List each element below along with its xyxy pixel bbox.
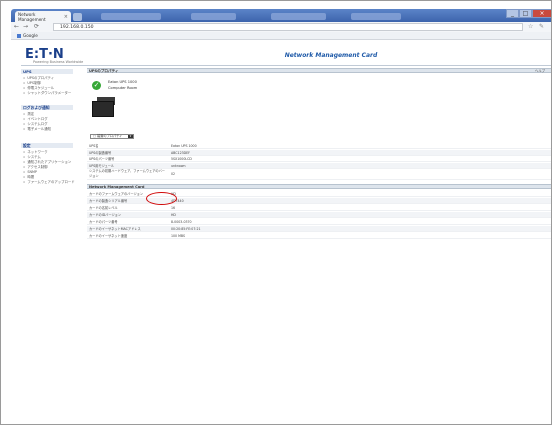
section-header-ups-properties: UPSのプロパティ ヘルプ xyxy=(87,68,551,73)
ups-model: Eaton UPS 1000 xyxy=(108,80,137,84)
logo-tagline: Powering Business Worldwide xyxy=(33,60,84,64)
device-properties-dropdown[interactable]: ▢ 装置のプロパティ ▾ xyxy=(90,134,134,139)
blurred-tab[interactable] xyxy=(271,13,326,20)
sidebar-item[interactable]: ▫ アクセス制御 xyxy=(23,165,48,169)
ups-location: Computer Room xyxy=(108,86,138,90)
blurred-tab[interactable] xyxy=(101,13,161,20)
maximize-button[interactable]: □ xyxy=(519,9,532,18)
sidebar-item[interactable]: ▫ システムログ xyxy=(23,122,48,126)
tab-title: Network Management xyxy=(18,11,46,22)
ups-device-image xyxy=(92,101,114,117)
page-title: Network Management Card xyxy=(284,52,378,59)
chevron-down-icon: ▾ xyxy=(128,134,133,138)
back-icon[interactable]: ← xyxy=(14,23,19,30)
section-header-nmc: Network Management Card xyxy=(87,184,551,189)
sidebar-item[interactable]: ▫ シャットダウンパラメーター xyxy=(23,91,71,95)
sidebar-item[interactable]: ▫ UPSのプロパティ xyxy=(23,76,54,80)
table-row: カードのイーサネットMACアドレス 00:20:85:FE:07:21 xyxy=(87,226,551,233)
status-ok-icon: ✓ xyxy=(92,81,101,90)
sidebar-item[interactable]: ▫ SNMP xyxy=(23,170,37,174)
sidebar-section-ups: UPS xyxy=(21,69,73,74)
table-row: カードのIDバージョン HD xyxy=(87,212,551,219)
sidebar-item[interactable]: ▫ UPS制御 xyxy=(23,81,41,85)
table-row: カードのパーツ番号 8-0003-0370 xyxy=(87,219,551,226)
sidebar-item[interactable]: ▫ ネットワーク xyxy=(23,150,48,154)
wrench-icon[interactable]: ✎ xyxy=(539,23,544,30)
blurred-tab[interactable] xyxy=(351,13,401,20)
sidebar-item[interactable]: ▫ イベントログ xyxy=(23,117,48,121)
section-title: UPSのプロパティ xyxy=(89,69,119,73)
sidebar-item[interactable]: ▫ システム xyxy=(23,155,41,159)
bookmark-label: Google xyxy=(23,33,38,38)
sidebar-section-settings: 設定 xyxy=(21,143,73,148)
bookmark-google[interactable]: Google xyxy=(17,32,38,39)
reload-icon[interactable]: ⟳ xyxy=(34,23,39,30)
help-link[interactable]: ヘルプ xyxy=(535,69,545,73)
blurred-tab[interactable] xyxy=(191,13,236,20)
tab-close-icon[interactable]: × xyxy=(64,14,68,20)
sidebar-item[interactable]: ▫ 停電スケジュール xyxy=(23,86,54,90)
new-tab-button[interactable] xyxy=(73,13,82,21)
table-row: UPS名 Eaton UPS 1000 xyxy=(87,143,551,150)
header-divider xyxy=(21,65,551,66)
dropdown-label: ▢ 装置のプロパティ xyxy=(93,134,123,138)
browser-window: Network Management × _ □ × ← → ⟳ 192.168… xyxy=(0,0,552,425)
address-bar[interactable]: 192.168.0.150 xyxy=(53,23,523,31)
sidebar-item[interactable]: ▫ 電子メール通知 xyxy=(23,127,51,131)
table-row: UPSの製造番号 ABC123DEF xyxy=(87,149,551,156)
sidebar-item[interactable]: ▫ 測定 xyxy=(23,112,34,116)
bookmarks-bar xyxy=(11,32,551,40)
highlight-annotation xyxy=(146,192,177,205)
table-row: UPSのパーツ番号 5SX1000LCD xyxy=(87,156,551,163)
star-icon[interactable]: ☆ xyxy=(528,23,533,30)
sidebar-item[interactable]: ▫ 通知されたアプリケーション xyxy=(23,160,71,164)
table-row: カードのイーサネット速度 100 MBS xyxy=(87,233,551,240)
minimize-button[interactable]: _ xyxy=(506,9,519,18)
page: Network Management × _ □ × ← → ⟳ 192.168… xyxy=(1,1,551,424)
table-row: UPS用モジュール unknown xyxy=(87,162,551,169)
table-row: システムの初期ハードウェア、ファームウェアのバージョン 02 xyxy=(87,169,551,180)
sidebar-item[interactable]: ▫ 時間 xyxy=(23,175,34,179)
browser-tab[interactable]: Network Management × xyxy=(15,11,71,22)
table-row: カードの名前レベル 16 xyxy=(87,205,551,212)
bookmark-icon xyxy=(17,34,21,38)
close-window-button[interactable]: × xyxy=(532,9,551,18)
forward-icon[interactable]: → xyxy=(23,23,28,30)
sidebar-section-logs: ログおよび通知 xyxy=(21,105,73,110)
sidebar-item[interactable]: ▫ ファームウェアのアップロード xyxy=(23,180,75,184)
